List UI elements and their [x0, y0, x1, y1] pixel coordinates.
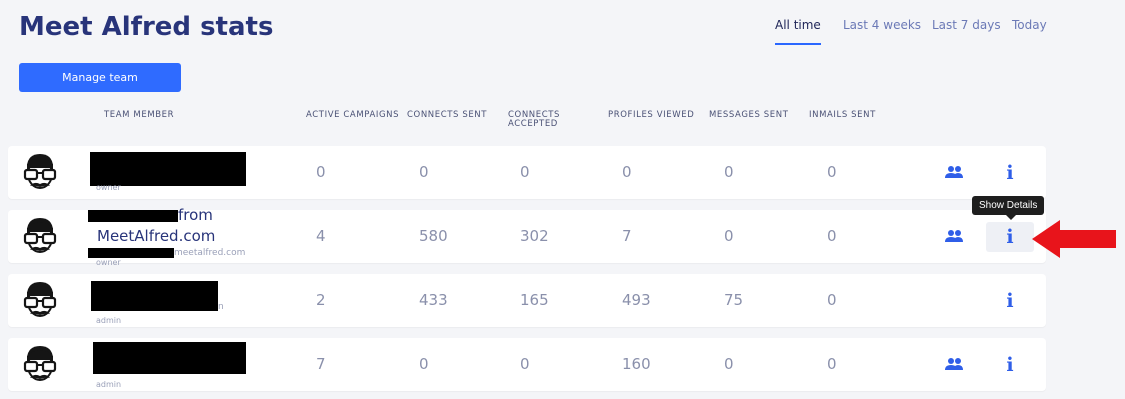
table-row: admin 7 0 0 160 0 0 i: [8, 338, 1046, 391]
page-title: Meet Alfred stats: [19, 12, 274, 42]
filter-all-time[interactable]: All time: [775, 18, 821, 45]
profiles-viewed-value: 7: [622, 227, 632, 245]
col-active-campaigns: ACTIVE CAMPAIGNS: [306, 110, 400, 120]
team-icon[interactable]: [945, 229, 963, 243]
table-row: n admin 2 433 165 493 75 0 i: [8, 274, 1046, 327]
member-name-line2: MeetAlfred.com: [97, 227, 216, 245]
connects-accepted-value: 0: [520, 355, 530, 373]
team-icon[interactable]: [945, 165, 963, 179]
table-row: from MeetAlfred.com meetalfred.com owner…: [8, 206, 1046, 267]
col-messages-sent: MESSAGES SENT: [709, 110, 789, 120]
member-role: admin: [96, 316, 122, 325]
messages-sent-value: 0: [724, 163, 734, 181]
member-email-fragment: n: [218, 302, 224, 312]
redacted-name: [93, 342, 246, 374]
connects-sent-value: 0: [419, 355, 429, 373]
profiles-viewed-value: 493: [622, 291, 651, 309]
avatar: [23, 346, 57, 381]
info-icon: i: [1006, 162, 1014, 184]
member-role: admin: [96, 380, 122, 389]
time-filter-tabs: All time Last 4 weeks Last 7 days Today: [775, 18, 1050, 48]
col-profiles-viewed: PROFILES VIEWED: [608, 110, 695, 120]
connects-sent-value: 433: [419, 291, 448, 309]
col-team-member: TEAM MEMBER: [104, 110, 175, 120]
connects-sent-value: 580: [419, 227, 448, 245]
member-role: owner: [96, 183, 121, 192]
col-connects-sent: CONNECTS SENT: [407, 110, 488, 120]
table-row: owner 0 0 0 0 0 0 i: [8, 146, 1046, 199]
connects-sent-value: 0: [419, 163, 429, 181]
info-icon: i: [1006, 226, 1014, 248]
show-details-button[interactable]: i: [986, 286, 1034, 316]
messages-sent-value: 0: [724, 355, 734, 373]
redacted-email: [88, 248, 174, 258]
inmails-sent-value: 0: [827, 291, 837, 309]
show-details-button[interactable]: i: [986, 158, 1034, 188]
profiles-viewed-value: 0: [622, 163, 632, 181]
member-email-fragment: meetalfred.com: [174, 248, 246, 258]
connects-accepted-value: 0: [520, 163, 530, 181]
show-details-button[interactable]: i: [986, 222, 1034, 252]
col-inmails-sent: INMAILS SENT: [809, 110, 876, 120]
manage-team-button[interactable]: Manage team: [19, 63, 181, 92]
inmails-sent-value: 0: [827, 227, 837, 245]
avatar: [23, 282, 57, 317]
red-arrow-pointer-icon: [1032, 220, 1116, 258]
filter-last-4-weeks[interactable]: Last 4 weeks: [843, 18, 921, 32]
info-icon: i: [1006, 354, 1014, 376]
messages-sent-value: 75: [724, 291, 744, 309]
redacted-name: [91, 281, 218, 311]
filter-last-7-days[interactable]: Last 7 days: [932, 18, 1001, 32]
avatar: [23, 154, 57, 189]
messages-sent-value: 0: [724, 227, 734, 245]
col-connects-accepted-line2: ACCEPTED: [508, 119, 558, 129]
avatar: [23, 218, 57, 253]
show-details-tooltip: Show Details: [972, 196, 1045, 220]
connects-accepted-value: 302: [520, 227, 549, 245]
active-campaigns-value: 2: [316, 291, 326, 309]
active-campaigns-value: 0: [316, 163, 326, 181]
inmails-sent-value: 0: [827, 163, 837, 181]
profiles-viewed-value: 160: [622, 355, 651, 373]
team-icon[interactable]: [945, 357, 963, 371]
active-campaigns-value: 4: [316, 227, 326, 245]
active-campaigns-value: 7: [316, 355, 326, 373]
inmails-sent-value: 0: [827, 355, 837, 373]
redacted-name: [90, 152, 246, 186]
member-name-part: from: [178, 206, 213, 224]
info-icon: i: [1006, 290, 1014, 312]
redacted-name: [88, 210, 178, 222]
member-role: owner: [96, 258, 121, 267]
filter-today[interactable]: Today: [1012, 18, 1047, 32]
show-details-button[interactable]: i: [986, 350, 1034, 380]
connects-accepted-value: 165: [520, 291, 549, 309]
